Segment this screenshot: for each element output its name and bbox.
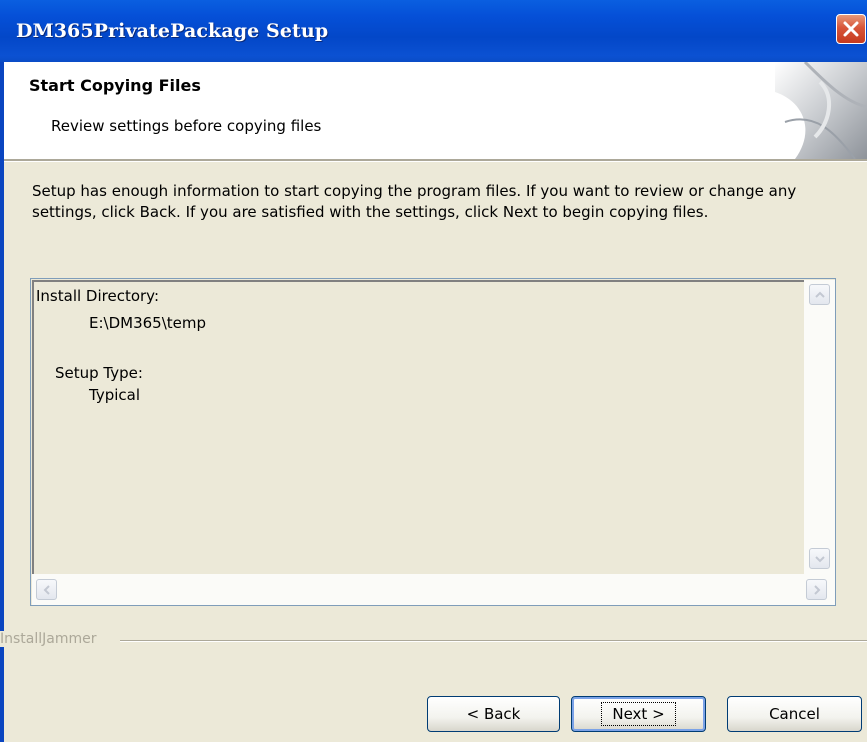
scroll-right-button[interactable]: [806, 579, 827, 600]
back-button-label: < Back: [466, 705, 521, 723]
setup-type-label: Setup Type:: [55, 364, 143, 382]
back-button[interactable]: < Back: [427, 696, 560, 732]
description-text: Setup has enough information to start co…: [32, 182, 797, 221]
cancel-button[interactable]: Cancel: [727, 696, 862, 732]
chevron-up-icon: [815, 291, 825, 298]
installer-graphic-icon: [775, 62, 867, 159]
next-button[interactable]: Next >: [571, 696, 706, 732]
chevron-left-icon: [43, 585, 50, 595]
vertical-scrollbar[interactable]: [804, 280, 835, 574]
installer-brand: InstallJammer: [0, 631, 103, 647]
branding-divider: [120, 640, 867, 642]
header-divider: [4, 159, 867, 162]
scroll-left-button[interactable]: [36, 579, 57, 600]
install-directory-value: E:\DM365\temp: [89, 314, 207, 332]
window-title: DM365PrivatePackage Setup: [16, 20, 329, 42]
close-button[interactable]: [836, 14, 866, 44]
next-button-label: Next >: [601, 702, 676, 726]
page-title: Start Copying Files: [29, 76, 201, 95]
chevron-right-icon: [814, 585, 821, 595]
title-bar[interactable]: DM365PrivatePackage Setup: [0, 0, 867, 62]
setup-window: DM365PrivatePackage Setup Start Copying …: [0, 0, 867, 742]
scroll-down-button[interactable]: [809, 548, 830, 569]
close-icon: [843, 21, 859, 37]
cancel-button-label: Cancel: [769, 705, 820, 723]
horizontal-scrollbar[interactable]: [32, 574, 835, 605]
scroll-up-button[interactable]: [809, 284, 830, 305]
page-subtitle: Review settings before copying files: [51, 117, 322, 135]
install-directory-label: Install Directory:: [36, 287, 160, 305]
setup-type-value: Typical: [89, 386, 140, 404]
chevron-down-icon: [815, 556, 825, 563]
